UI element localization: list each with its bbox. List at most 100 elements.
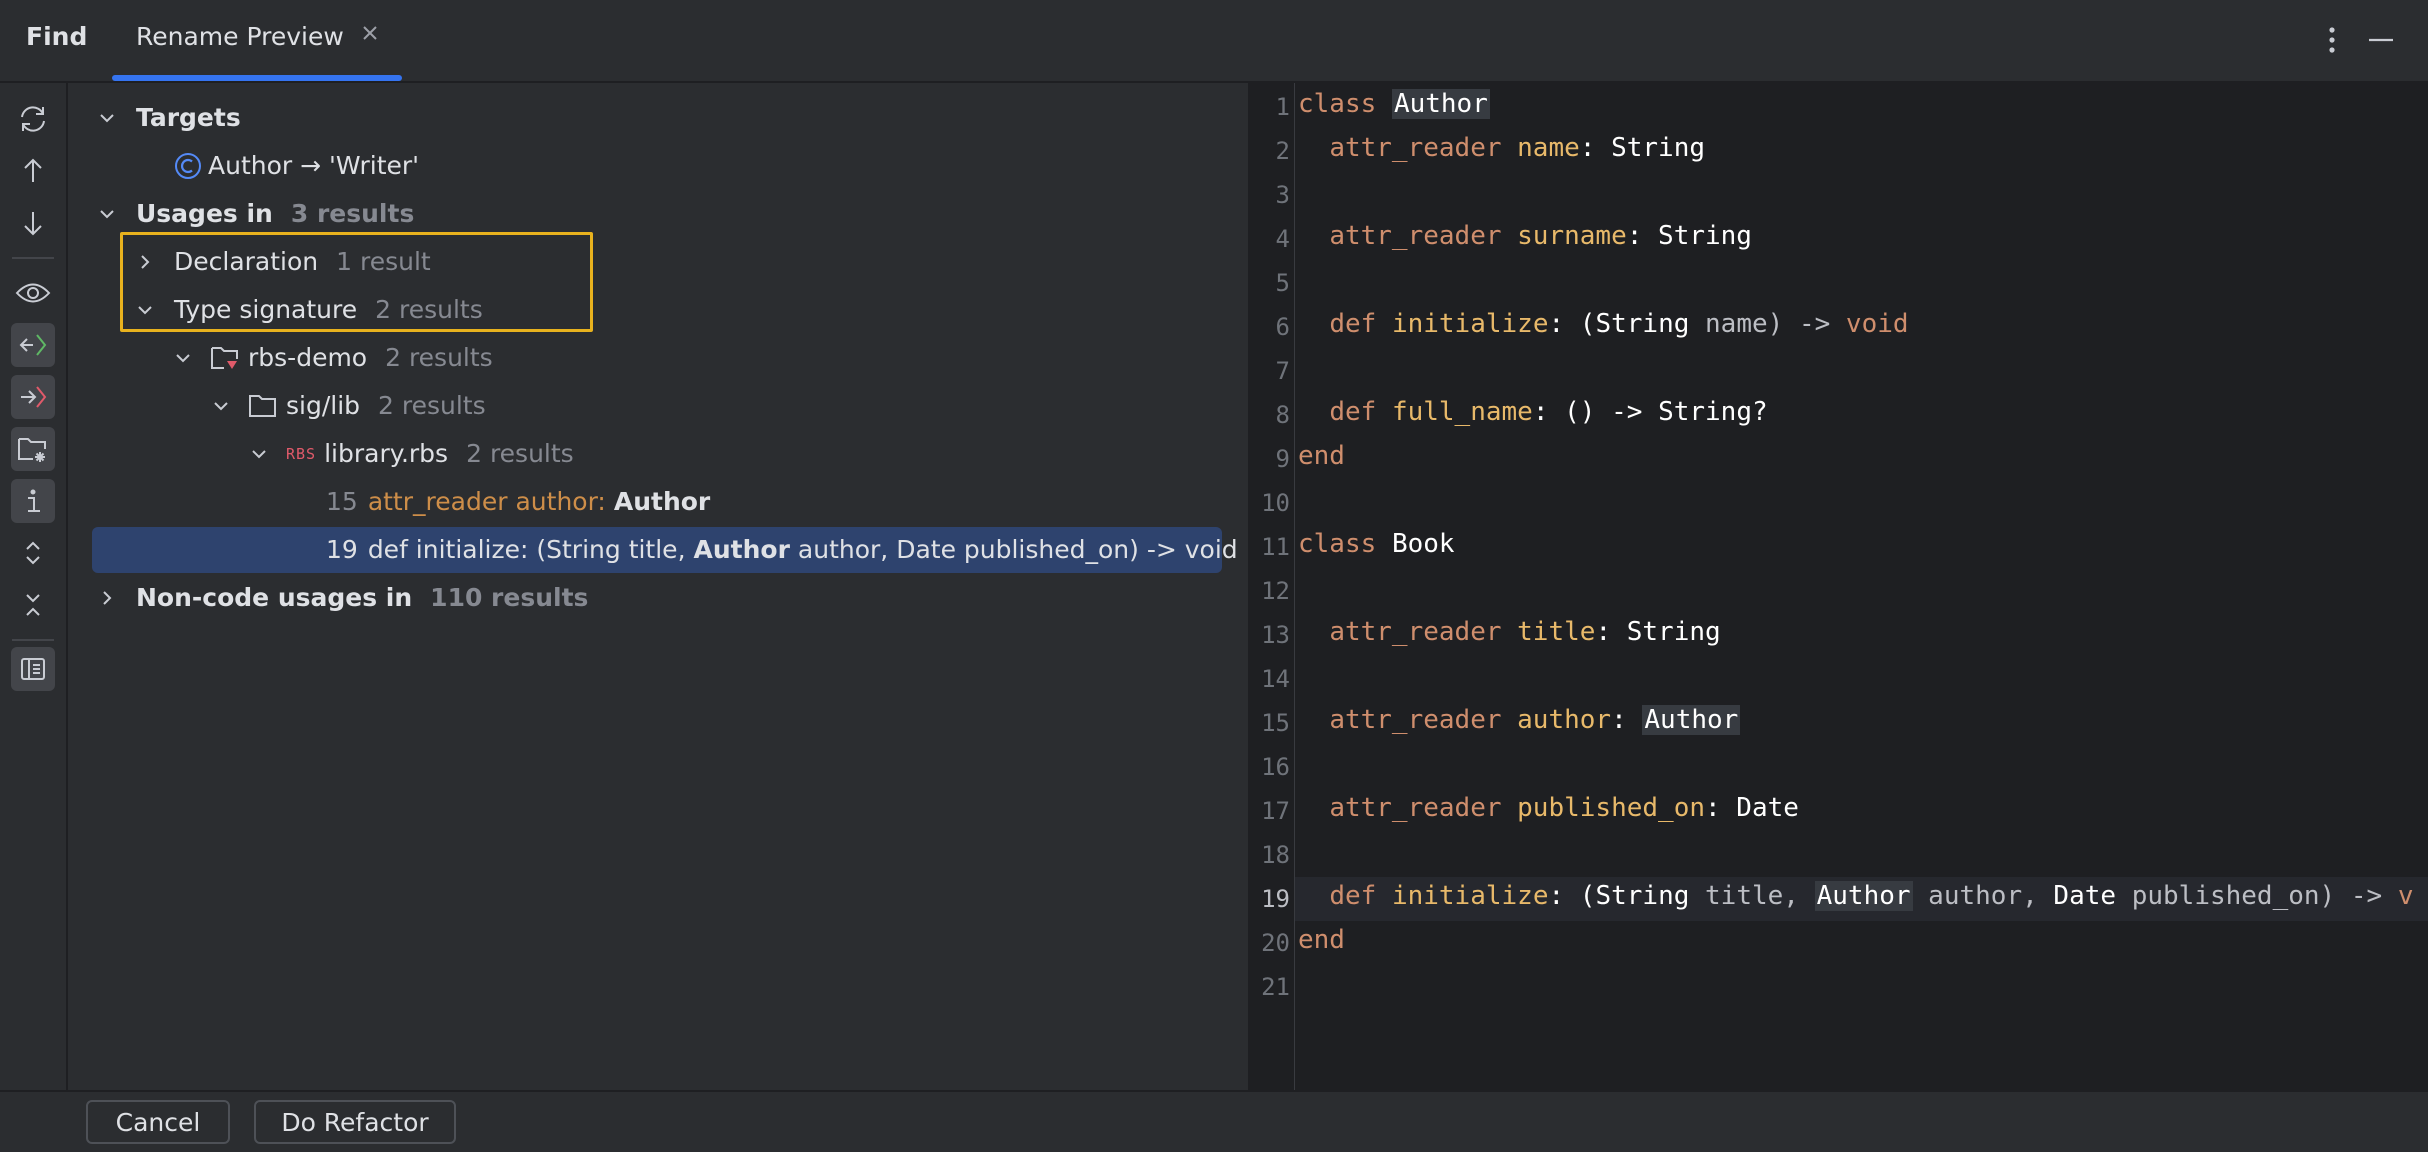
arrow-up-icon[interactable] bbox=[11, 149, 55, 193]
class-icon bbox=[174, 152, 202, 180]
code-line-11: class Book bbox=[1298, 529, 1455, 559]
import-icon[interactable] bbox=[11, 323, 55, 367]
usage-line-number: 15 bbox=[326, 487, 358, 516]
toolbar-separator bbox=[12, 639, 54, 641]
tree-node-non-code-usages[interactable]: Non-code usages in 110 results bbox=[68, 575, 1230, 621]
refresh-icon[interactable] bbox=[11, 97, 55, 141]
code-line-15: attr_reader author: Author bbox=[1329, 705, 1741, 735]
chevron-right-icon[interactable] bbox=[96, 586, 118, 615]
usages-label: Usages in bbox=[136, 199, 273, 228]
toolbar-separator bbox=[12, 257, 54, 259]
usage-line-number: 19 bbox=[326, 535, 358, 564]
chevron-down-icon[interactable] bbox=[248, 442, 270, 471]
do-refactor-button[interactable]: Do Refactor bbox=[254, 1100, 456, 1144]
chevron-down-icon[interactable] bbox=[210, 394, 232, 423]
usage-row-line-19[interactable]: 19 def initialize: (String title, Author… bbox=[92, 527, 1238, 573]
code-line-9: end bbox=[1298, 441, 1345, 471]
module-folder-icon bbox=[210, 344, 240, 372]
tab-label: Rename Preview bbox=[136, 22, 344, 51]
rename-usage-highlight: Author bbox=[1814, 881, 1913, 911]
export-icon[interactable] bbox=[11, 375, 55, 419]
line-number: 20 bbox=[1261, 929, 1290, 957]
line-number: 17 bbox=[1261, 797, 1290, 825]
code-line-17: attr_reader published_on: Date bbox=[1329, 793, 1799, 823]
cancel-button[interactable]: Cancel bbox=[86, 1100, 230, 1144]
usages-count: 3 results bbox=[290, 199, 415, 228]
chevron-down-icon[interactable] bbox=[96, 202, 118, 231]
line-number: 18 bbox=[1261, 841, 1290, 869]
line-number: 5 bbox=[1275, 269, 1290, 297]
chevron-down-icon[interactable] bbox=[172, 346, 194, 375]
info-icon[interactable] bbox=[11, 479, 55, 523]
collapse-all-icon[interactable] bbox=[11, 583, 55, 627]
tree-node-usages[interactable]: Usages in 3 results bbox=[68, 191, 1230, 237]
tree-node-targets[interactable]: Targets bbox=[68, 95, 1230, 141]
tab-active-indicator bbox=[112, 75, 402, 81]
line-number: 2 bbox=[1275, 137, 1290, 165]
file-count: 2 results bbox=[466, 439, 574, 468]
rbs-demo-count: 2 results bbox=[385, 343, 493, 372]
line-number: 14 bbox=[1261, 665, 1290, 693]
code-line-2: attr_reader name: String bbox=[1329, 133, 1706, 163]
noncode-count: 110 results bbox=[430, 583, 589, 612]
code-line-6: def initialize: (String name) -> void bbox=[1329, 309, 1909, 339]
line-number: 13 bbox=[1261, 621, 1290, 649]
usage-type: Author bbox=[613, 487, 711, 516]
line-number: 7 bbox=[1275, 357, 1290, 385]
tree-node-sig-lib[interactable]: sig/lib 2 results bbox=[68, 383, 1230, 429]
sig-lib-count: 2 results bbox=[378, 391, 486, 420]
highlight-annotation-box bbox=[120, 232, 593, 332]
line-number: 21 bbox=[1261, 973, 1290, 1001]
folder-icon bbox=[248, 392, 278, 420]
rbs-file-icon: RBS bbox=[286, 444, 317, 463]
code-preview-editor[interactable]: 1 2 3 4 5 6 7 8 9 10 11 12 13 14 15 16 1… bbox=[1248, 83, 2428, 1090]
expand-all-icon[interactable] bbox=[11, 531, 55, 575]
line-number: 6 bbox=[1275, 313, 1290, 341]
tree-node-library-rbs[interactable]: RBS library.rbs 2 results bbox=[68, 431, 1230, 477]
line-number: 15 bbox=[1261, 709, 1290, 737]
targets-label: Targets bbox=[136, 103, 241, 132]
tree-node-rbs-demo[interactable]: rbs-demo 2 results bbox=[68, 335, 1230, 381]
code-line-19: def initialize: (String title, Author au… bbox=[1329, 881, 2414, 911]
arrow-down-icon[interactable] bbox=[11, 201, 55, 245]
line-number: 9 bbox=[1275, 445, 1290, 473]
folder-settings-icon[interactable] bbox=[11, 427, 55, 471]
line-number-current: 19 bbox=[1261, 885, 1290, 913]
preview-panel-icon[interactable] bbox=[11, 647, 55, 691]
left-toolbar bbox=[0, 83, 68, 1090]
chevron-down-icon[interactable] bbox=[96, 106, 118, 135]
usage-row-line-15[interactable]: 15 attr_reader author: Author bbox=[68, 479, 1230, 525]
line-number: 8 bbox=[1275, 401, 1290, 429]
noncode-label: Non-code usages in bbox=[136, 583, 413, 612]
eye-icon[interactable] bbox=[11, 271, 55, 315]
line-number: 3 bbox=[1275, 181, 1290, 209]
code-line-4: attr_reader surname: String bbox=[1329, 221, 1752, 251]
code-line-13: attr_reader title: String bbox=[1329, 617, 1721, 647]
line-number: 10 bbox=[1261, 489, 1290, 517]
minimize-icon[interactable] bbox=[2366, 26, 2396, 60]
rbs-demo-label: rbs-demo bbox=[248, 343, 368, 372]
find-tool-title: Find bbox=[26, 22, 88, 51]
line-number: 11 bbox=[1261, 533, 1290, 561]
line-number: 1 bbox=[1275, 93, 1290, 121]
line-number: 12 bbox=[1261, 577, 1290, 605]
usage-keyword: attr_reader bbox=[367, 487, 508, 516]
line-gutter: 1 2 3 4 5 6 7 8 9 10 11 12 13 14 15 16 1… bbox=[1248, 83, 1295, 1090]
line-number: 16 bbox=[1261, 753, 1290, 781]
code-line-20: end bbox=[1298, 925, 1345, 955]
usage-name: author: bbox=[515, 487, 606, 516]
target-item-label: Author → 'Writer' bbox=[208, 151, 420, 180]
usage-type: Author bbox=[693, 535, 790, 564]
tree-node-target-author[interactable]: Author → 'Writer' bbox=[68, 143, 1230, 189]
code-line-1: class Author bbox=[1298, 89, 1490, 119]
file-label: library.rbs bbox=[324, 439, 449, 468]
tool-window-header: Find Rename Preview bbox=[0, 0, 2428, 83]
line-number: 4 bbox=[1275, 225, 1290, 253]
more-vertical-icon[interactable] bbox=[2322, 22, 2342, 62]
code-line-8: def full_name: () -> String? bbox=[1329, 397, 1768, 427]
sig-lib-label: sig/lib bbox=[286, 391, 361, 420]
usage-suffix: author, Date published_on) -> void bbox=[797, 535, 1238, 564]
usage-prefix: def initialize: (String title, bbox=[367, 535, 686, 564]
bottom-action-bar: Cancel Do Refactor bbox=[0, 1090, 2428, 1152]
close-icon[interactable] bbox=[360, 20, 380, 50]
